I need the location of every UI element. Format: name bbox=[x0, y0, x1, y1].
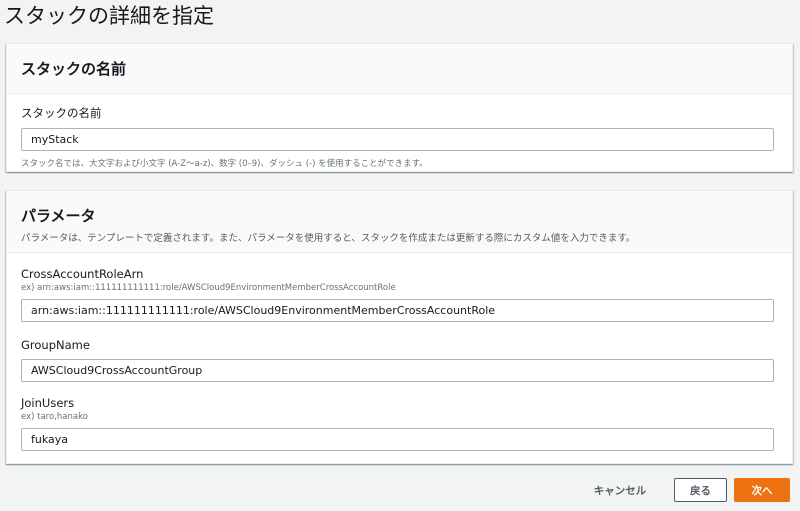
parameter-field-crossaccountrolearn: CrossAccountRoleArn ex) arn:aws:iam::111… bbox=[21, 267, 774, 322]
stack-name-panel-header: スタックの名前 bbox=[7, 44, 792, 94]
parameters-panel-description: パラメータは、テンプレートで定義されます。また、パラメータを使用すると、スタック… bbox=[21, 233, 636, 244]
stack-name-hint: スタック名では、大文字および小文字 (A-Z〜a-z)、数字 (0–9)、ダッシ… bbox=[21, 159, 428, 169]
parameters-panel-header: パラメータ パラメータは、テンプレートで定義されます。また、パラメータを使用する… bbox=[7, 191, 792, 253]
parameter-example-crossaccountrolearn: ex) arn:aws:iam::111111111111:role/AWSCl… bbox=[21, 283, 396, 293]
stack-name-input[interactable] bbox=[21, 128, 774, 151]
back-button[interactable]: 戻る bbox=[674, 478, 727, 502]
parameter-field-joinusers: JoinUsers ex) taro,hanako bbox=[21, 396, 774, 451]
parameter-field-groupname: GroupName bbox=[21, 338, 774, 382]
parameters-panel-title: パラメータ bbox=[21, 207, 96, 225]
parameter-label-groupname: GroupName bbox=[21, 338, 90, 352]
parameter-input-groupname[interactable] bbox=[21, 359, 774, 382]
parameter-label-crossaccountrolearn: CrossAccountRoleArn bbox=[21, 267, 144, 281]
page-title: スタックの詳細を指定 bbox=[4, 4, 214, 28]
parameter-input-joinusers[interactable] bbox=[21, 428, 774, 451]
stack-name-field: スタックの名前 スタック名では、大文字および小文字 (A-Z〜a-z)、数字 (… bbox=[7, 94, 792, 169]
parameter-example-joinusers: ex) taro,hanako bbox=[21, 412, 88, 422]
stack-name-panel-title: スタックの名前 bbox=[21, 60, 127, 78]
parameters-panel: パラメータ パラメータは、テンプレートで定義されます。また、パラメータを使用する… bbox=[6, 190, 793, 464]
next-button[interactable]: 次へ bbox=[734, 478, 790, 502]
parameter-label-joinusers: JoinUsers bbox=[21, 396, 75, 410]
stack-name-label: スタックの名前 bbox=[21, 106, 102, 120]
cancel-button[interactable]: キャンセル bbox=[581, 478, 659, 502]
parameter-input-crossaccountrolearn[interactable] bbox=[21, 299, 774, 322]
stack-name-panel: スタックの名前 スタックの名前 スタック名では、大文字および小文字 (A-Z〜a… bbox=[6, 43, 793, 172]
